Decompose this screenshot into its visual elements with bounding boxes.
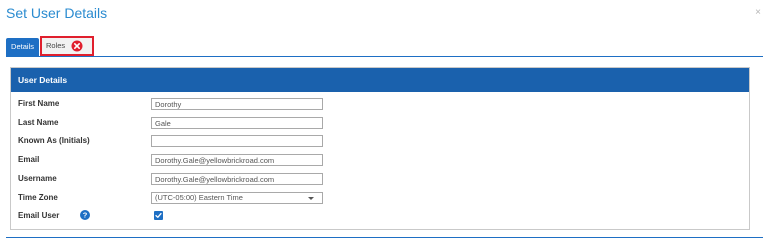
user-details-panel: User Details First Name Last Name Known … [10,67,750,230]
question-circle-icon[interactable]: ? [80,210,90,220]
email-user-row: Email User ? [18,210,738,224]
known-as-row: Known As (Initials) [18,135,738,149]
first-name-field[interactable] [151,98,323,110]
chevron-down-icon [308,197,314,200]
last-name-row: Last Name [18,117,738,131]
last-name-label: Last Name [18,118,59,127]
svg-text:?: ? [83,211,88,220]
time-zone-row: Time Zone (UTC-05:00) Eastern Time [18,192,738,206]
last-name-field[interactable] [151,117,323,129]
first-name-row: First Name [18,98,738,112]
username-row: Username [18,173,738,187]
checkmark-icon [155,212,162,218]
email-label: Email [18,155,40,164]
close-icon[interactable]: × [755,8,761,18]
dialog-title: Set User Details [6,5,108,21]
first-name-label: First Name [18,99,60,108]
email-user-label: Email User [18,211,60,220]
username-label: Username [18,174,57,183]
email-user-checkbox[interactable] [154,211,163,220]
tab-roles-label: Roles [46,41,66,50]
footer-divider [6,237,763,238]
tab-roles[interactable]: Roles [40,36,94,56]
time-zone-value: (UTC-05:00) Eastern Time [155,193,243,202]
time-zone-select[interactable]: (UTC-05:00) Eastern Time [151,192,323,204]
known-as-label: Known As (Initials) [18,136,90,145]
email-field[interactable] [151,154,323,166]
tab-underline [6,56,763,57]
username-field[interactable] [151,173,323,185]
email-row: Email [18,154,738,168]
tab-details[interactable]: Details [6,38,39,56]
panel-header: User Details [11,68,749,92]
known-as-field[interactable] [151,135,323,147]
error-circle-icon [71,40,83,52]
time-zone-label: Time Zone [18,193,58,202]
